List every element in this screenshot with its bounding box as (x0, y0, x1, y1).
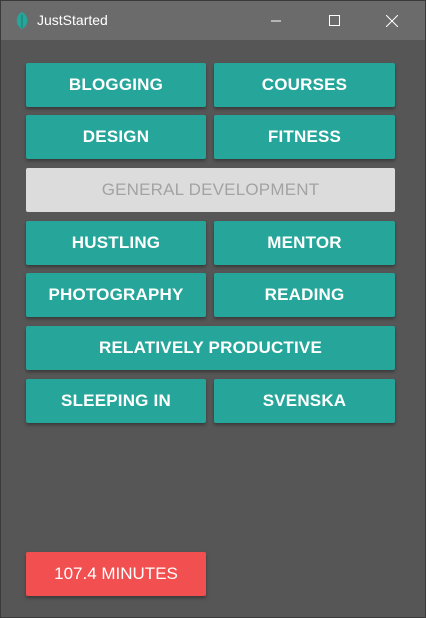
window-title: JustStarted (37, 12, 108, 28)
category-button-sleeping-in[interactable]: SLEEPING IN (26, 379, 206, 423)
minimize-icon (271, 20, 281, 21)
category-button-courses[interactable]: COURSES (214, 63, 395, 107)
category-button-general-development[interactable]: GENERAL DEVELOPMENT (26, 168, 395, 212)
title-bar[interactable]: JustStarted (1, 1, 425, 40)
category-button-reading[interactable]: READING (214, 273, 395, 317)
category-button-mentor[interactable]: MENTOR (214, 221, 395, 265)
category-button-svenska[interactable]: SVENSKA (214, 379, 395, 423)
category-button-blogging[interactable]: BLOGGING (26, 63, 206, 107)
category-button-relatively-productive[interactable]: RELATIVELY PRODUCTIVE (26, 326, 395, 370)
category-button-design[interactable]: DESIGN (26, 115, 206, 159)
category-button-photography[interactable]: PHOTOGRAPHY (26, 273, 206, 317)
close-icon (386, 14, 398, 27)
maximize-button[interactable] (311, 1, 357, 40)
close-button[interactable] (369, 1, 415, 40)
category-button-hustling[interactable]: HUSTLING (26, 221, 206, 265)
timer-button[interactable]: 107.4 MINUTES (26, 552, 206, 596)
category-button-fitness[interactable]: FITNESS (214, 115, 395, 159)
minimize-button[interactable] (253, 1, 299, 40)
maximize-icon (328, 15, 340, 26)
app-window: JustStarted BLOGGING COURSES DESIGN FITN… (0, 0, 426, 618)
app-leaf-icon (16, 12, 28, 29)
